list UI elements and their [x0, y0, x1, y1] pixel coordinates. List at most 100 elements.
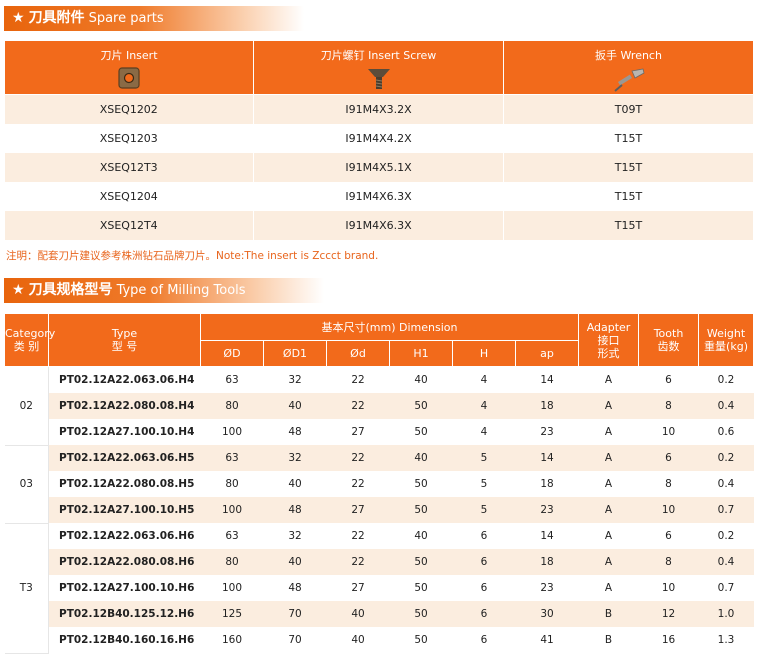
- weight-cell: 0.6: [698, 419, 754, 445]
- od-cell: 80: [200, 471, 264, 497]
- od-cell: 80: [200, 393, 264, 419]
- tooth-cell: 10: [638, 575, 699, 601]
- od-cell: 63: [200, 445, 264, 471]
- ap-cell: 18: [515, 549, 579, 575]
- d-cell: 22: [326, 549, 390, 575]
- table-row: PT02.12A27.100.10.H4 100 48 27 50 4 23 A 10 0.6: [5, 419, 754, 445]
- star-icon: ★: [12, 282, 25, 298]
- d-cell: 22: [326, 471, 390, 497]
- weight-cell: 1.3: [698, 627, 754, 653]
- wrench-cell: T15T: [503, 182, 754, 211]
- od1-cell: 48: [263, 575, 327, 601]
- type-cell: PT02.12A22.080.08.H4: [48, 393, 201, 419]
- type-cell: PT02.12A27.100.10.H6: [48, 575, 201, 601]
- table-row: PT02.12B40.160.16.H6 160 70 40 50 6 41 B 16 1.3: [5, 627, 754, 653]
- table-row: PT02.12A22.080.08.H4 80 40 22 50 4 18 A 8 0.4: [5, 393, 754, 419]
- od1-cell: 40: [263, 393, 327, 419]
- wrench-header: 扳手 Wrench: [503, 40, 754, 95]
- d-cell: 22: [326, 523, 390, 549]
- tooth-cell: 8: [638, 549, 699, 575]
- weight-cell: 0.4: [698, 471, 754, 497]
- wrench-header-label: 扳手 Wrench: [595, 49, 662, 62]
- h-cell: 5: [452, 445, 516, 471]
- weight-cell: 0.2: [698, 445, 754, 471]
- table-row: PT02.12A27.100.10.H6 100 48 27 50 6 23 A 10 0.7: [5, 575, 754, 601]
- h-cell: 4: [452, 419, 516, 445]
- h1-cell: 50: [389, 575, 453, 601]
- ap-cell: 14: [515, 523, 579, 549]
- weight-cell: 1.0: [698, 601, 754, 627]
- type-cell: PT02.12A22.080.08.H5: [48, 471, 201, 497]
- type-header: Type 型 号: [48, 313, 201, 367]
- insert-screw-cell: I91M4X3.2X: [253, 94, 504, 124]
- spare-parts-row: XSEQ1204 I91M4X6.3X T15T: [4, 182, 754, 211]
- h-cell: 4: [452, 366, 516, 393]
- ap-cell: 14: [515, 445, 579, 471]
- od-cell: 100: [200, 497, 264, 523]
- tooth-cell: 16: [638, 627, 699, 653]
- weight-cell: 0.2: [698, 523, 754, 549]
- spare-parts-table: 刀片 Insert 刀片螺钉 Insert Screw 扳手 Wrench XS…: [4, 40, 754, 240]
- spare-parts-title-cn: 刀具附件: [28, 10, 85, 26]
- weight-cell: 0.7: [698, 497, 754, 523]
- weight-cell: 0.4: [698, 393, 754, 419]
- spare-parts-banner: ★ 刀具附件 Spare parts: [4, 6, 304, 31]
- od1-cell: 40: [263, 471, 327, 497]
- insert-screw-header: 刀片螺钉 Insert Screw: [253, 40, 504, 95]
- type-cell: PT02.12B40.160.16.H6: [48, 627, 201, 653]
- h1-cell: 50: [389, 601, 453, 627]
- table-row: 03 PT02.12A22.063.06.H5 63 32 22 40 5 14 A 6 0.2: [4, 445, 754, 524]
- adapter-cell: A: [578, 471, 639, 497]
- od1-cell: 48: [263, 497, 327, 523]
- tooth-cell: 10: [638, 419, 699, 445]
- ap-cell: 30: [515, 601, 579, 627]
- h1-cell: 50: [389, 419, 453, 445]
- weight-header: Weight 重量(kg): [698, 313, 755, 367]
- star-icon: ★: [12, 10, 25, 26]
- h1-cell: 50: [389, 627, 453, 653]
- h1-cell: 50: [389, 549, 453, 575]
- adapter-cell: A: [578, 549, 639, 575]
- h-cell: 5: [452, 471, 516, 497]
- od1-cell: 70: [263, 627, 327, 653]
- d-cell: 40: [326, 601, 390, 627]
- weight-cell: 0.4: [698, 549, 754, 575]
- h-cell: 6: [452, 523, 516, 549]
- spare-parts-header-row: 刀片 Insert 刀片螺钉 Insert Screw 扳手 Wrench: [4, 40, 754, 95]
- od-cell: 125: [200, 601, 264, 627]
- d-cell: 22: [326, 445, 390, 471]
- type-cell: PT02.12A22.063.06.H5: [48, 445, 201, 471]
- od-cell: 100: [200, 419, 264, 445]
- insert-screw-cell: I91M4X6.3X: [253, 182, 504, 211]
- wrench-icon: [613, 68, 644, 92]
- h1-cell: 50: [389, 471, 453, 497]
- weight-cell: 0.7: [698, 575, 754, 601]
- spare-parts-row: XSEQ12T3 I91M4X5.1X T15T: [4, 153, 754, 182]
- ap-cell: 23: [515, 419, 579, 445]
- milling-tools-title-en: Type of Milling Tools: [116, 283, 246, 298]
- dim-od-header: ØD: [200, 340, 264, 367]
- adapter-cell: A: [578, 575, 639, 601]
- insert-icon: [118, 67, 140, 89]
- type-cell: PT02.12A27.100.10.H4: [48, 419, 201, 445]
- table-row: PT02.12A27.100.10.H5 100 48 27 50 5 23 A 10 0.7: [5, 497, 754, 523]
- h-cell: 6: [452, 601, 516, 627]
- type-cell: PT02.12A22.063.06.H4: [48, 366, 201, 393]
- dim-h-header: H: [452, 340, 516, 367]
- dim-d-header: Ød: [326, 340, 390, 367]
- d-cell: 22: [326, 366, 390, 393]
- tooth-cell: 8: [638, 471, 699, 497]
- type-cell: PT02.12A22.080.08.H6: [48, 549, 201, 575]
- d-cell: 27: [326, 497, 390, 523]
- h1-cell: 40: [389, 366, 453, 393]
- insert-cell: XSEQ1202: [4, 94, 254, 124]
- insert-cell: XSEQ12T3: [4, 153, 254, 182]
- od1-cell: 48: [263, 419, 327, 445]
- spare-parts-title-en: Spare parts: [88, 11, 164, 26]
- wrench-cell: T09T: [503, 94, 754, 124]
- insert-screw-cell: I91M4X5.1X: [253, 153, 504, 182]
- type-cell: PT02.12B40.125.12.H6: [48, 601, 201, 627]
- tooth-cell: 6: [638, 445, 699, 471]
- dimension-header: 基本尺寸(mm) Dimension: [199, 313, 580, 341]
- table-row: PT02.12A22.080.08.H5 80 40 22 50 5 18 A 8 0.4: [5, 471, 754, 497]
